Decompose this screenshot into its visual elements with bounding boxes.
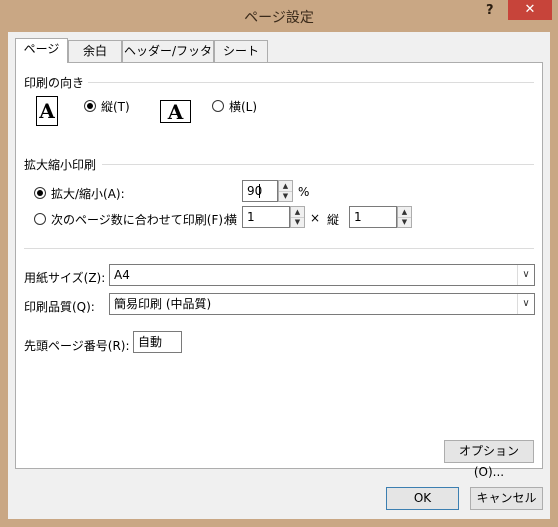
- landscape-radio[interactable]: [212, 100, 224, 112]
- scale-percent-spinner[interactable]: ▲ ▼: [278, 180, 293, 202]
- scale-percent-input[interactable]: 90: [242, 180, 278, 202]
- tab-header-footer[interactable]: ヘッダー/フッター: [122, 40, 214, 79]
- scaling-group-label: 拡大縮小印刷: [24, 158, 97, 172]
- pages-tall-label: 縦: [327, 213, 340, 227]
- scaling-divider: [102, 164, 534, 165]
- pages-tall-spinner[interactable]: ▲ ▼: [397, 206, 412, 228]
- pages-wide-input[interactable]: 1: [242, 206, 290, 228]
- adjust-to-label[interactable]: 拡大/縮小(A):: [51, 185, 125, 202]
- fit-to-radio[interactable]: [34, 213, 46, 225]
- options-button[interactable]: オプション(O)...: [444, 440, 534, 479]
- landscape-page-icon: A: [160, 100, 191, 123]
- times-sign: ×: [310, 211, 321, 225]
- text-caret: [259, 184, 260, 198]
- portrait-label[interactable]: 縦(T): [101, 98, 130, 115]
- paper-size-value: A4: [114, 268, 130, 282]
- tab-sheet[interactable]: シート: [214, 40, 268, 62]
- print-quality-value: 簡易印刷 (中品質): [114, 297, 212, 311]
- chevron-down-icon[interactable]: ∨: [517, 265, 534, 285]
- pages-tall-input[interactable]: 1: [349, 206, 397, 228]
- dialog-title: ページ設定: [244, 10, 314, 26]
- orientation-group-label: 印刷の向き: [24, 76, 85, 90]
- spin-down-icon[interactable]: ▼: [279, 191, 292, 201]
- title-bar: ページ設定 ? ✕: [0, 0, 558, 32]
- tab-page[interactable]: ページ: [15, 38, 68, 63]
- print-quality-label: 印刷品質(Q):: [24, 300, 95, 314]
- landscape-label[interactable]: 横(L): [229, 98, 257, 115]
- tab-margins[interactable]: 余白: [68, 40, 122, 62]
- close-button[interactable]: ✕: [508, 0, 552, 20]
- first-page-number-input[interactable]: 自動: [133, 331, 182, 353]
- pages-wide-spinner[interactable]: ▲ ▼: [290, 206, 305, 228]
- adjust-to-radio[interactable]: [34, 187, 46, 199]
- portrait-page-icon: A: [36, 96, 58, 126]
- pages-wide-label: 横: [225, 213, 238, 227]
- first-page-number-label: 先頭ページ番号(R):: [24, 339, 130, 353]
- paper-size-label: 用紙サイズ(Z):: [24, 271, 106, 285]
- page-setup-dialog: ページ設定 ? ✕ ページ 余白 ヘッダー/フッター シート 印刷の向き A 縦…: [0, 0, 558, 527]
- section-divider: [24, 248, 534, 249]
- ok-button[interactable]: OK: [386, 487, 459, 510]
- percent-sign: %: [298, 185, 310, 199]
- paper-size-select[interactable]: A4 ∨: [109, 264, 535, 286]
- fit-to-label[interactable]: 次のページ数に合わせて印刷(F):: [51, 211, 227, 228]
- portrait-radio[interactable]: [84, 100, 96, 112]
- cancel-button[interactable]: キャンセル: [470, 487, 543, 510]
- spin-down-icon[interactable]: ▼: [291, 217, 304, 227]
- print-quality-select[interactable]: 簡易印刷 (中品質) ∨: [109, 293, 535, 315]
- spin-down-icon[interactable]: ▼: [398, 217, 411, 227]
- dialog-client-area: ページ 余白 ヘッダー/フッター シート 印刷の向き A 縦(T) A 横(L)…: [8, 32, 550, 519]
- chevron-down-icon[interactable]: ∨: [517, 294, 534, 314]
- help-button[interactable]: ?: [486, 3, 500, 18]
- orientation-divider: [88, 82, 534, 83]
- tab-panel-page: 印刷の向き A 縦(T) A 横(L) 拡大縮小印刷 拡大/縮小(A): 90 …: [15, 62, 543, 479]
